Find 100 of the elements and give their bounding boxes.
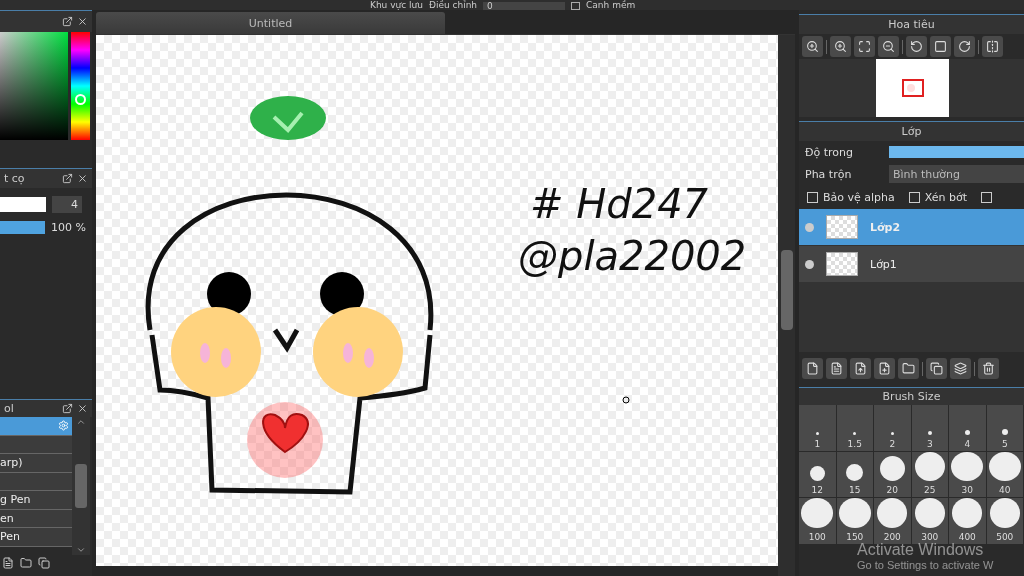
- file-icon[interactable]: [826, 358, 847, 379]
- brush-size-cell[interactable]: 100: [799, 498, 836, 544]
- scroll-down-icon[interactable]: [76, 545, 86, 555]
- panel-title: Hoa tiêu: [888, 18, 935, 31]
- popout-icon[interactable]: [62, 173, 73, 184]
- brush-size-cell[interactable]: 150: [836, 498, 873, 544]
- brush-dot-icon: [877, 498, 908, 528]
- rotate-right-icon[interactable]: [954, 36, 975, 57]
- handwritten-text: @pla22002: [518, 233, 747, 279]
- checkbox[interactable]: [908, 191, 920, 203]
- zoom-out-icon[interactable]: [878, 36, 899, 57]
- panel-title: t cọ: [4, 172, 25, 185]
- popout-icon[interactable]: [62, 403, 73, 414]
- brush-dot-icon: [890, 431, 894, 435]
- brush-size-cell[interactable]: 1.5: [836, 405, 873, 451]
- panel-title: ol: [4, 402, 14, 415]
- brush-size-cell[interactable]: 20: [874, 451, 911, 497]
- brush-size-cell[interactable]: 12: [799, 451, 836, 497]
- checkbox-label: Canh mềm: [586, 1, 636, 10]
- view-frame-icon: [901, 79, 924, 97]
- brush-size-cell[interactable]: 3: [911, 405, 948, 451]
- brush-size-cell[interactable]: 15: [836, 451, 873, 497]
- scroll-up-icon[interactable]: [76, 417, 86, 427]
- panel-title: Lớp: [901, 125, 922, 138]
- brush-size-cell[interactable]: 5: [986, 405, 1023, 451]
- new-file-icon[interactable]: [802, 358, 823, 379]
- file-upload-icon[interactable]: [850, 358, 871, 379]
- document-tab[interactable]: Untitled: [96, 12, 445, 34]
- brush-size-cell[interactable]: 25: [911, 451, 948, 497]
- brush-size-cell[interactable]: 300: [911, 498, 948, 544]
- brush-size-cell[interactable]: 4: [949, 405, 986, 451]
- color-picker[interactable]: [0, 32, 68, 140]
- close-icon[interactable]: [77, 173, 88, 184]
- brush-size-slider[interactable]: [0, 197, 46, 212]
- brush-dot-icon: [1001, 428, 1008, 435]
- copy-icon[interactable]: [926, 358, 947, 379]
- brush-dot-icon: [809, 466, 825, 481]
- brush-size-cell[interactable]: 500: [986, 498, 1023, 544]
- checkbox-label: Bảo vệ alpha: [823, 190, 895, 204]
- brush-dot-icon: [914, 498, 945, 528]
- flip-icon[interactable]: [982, 36, 1003, 57]
- brush-dot-icon: [838, 498, 871, 528]
- folder-icon[interactable]: [898, 358, 919, 379]
- brush-size-cell[interactable]: 2: [874, 405, 911, 451]
- checkbox-label: Xén bớt: [924, 190, 968, 204]
- activation-message: Go to Settings to activate W: [857, 559, 994, 573]
- opacity-slider[interactable]: [0, 221, 46, 234]
- close-icon[interactable]: [77, 403, 88, 414]
- checkbox[interactable]: [981, 191, 993, 203]
- layer-thumbnail: [826, 215, 858, 239]
- brush-dot-icon: [927, 430, 932, 435]
- toolbar-field[interactable]: 0: [483, 2, 566, 10]
- scrollbar[interactable]: [778, 35, 795, 576]
- folder-icon[interactable]: [20, 557, 32, 569]
- blend-label: Pha trộn: [805, 167, 853, 181]
- brush-dot-icon: [815, 431, 819, 435]
- brush-dot-icon: [988, 451, 1021, 481]
- toolbar-label: Điều chỉnh: [428, 1, 478, 10]
- brush-item[interactable]: arp): [0, 454, 72, 473]
- hue-slider-handle[interactable]: [75, 93, 86, 105]
- scrollbar[interactable]: [72, 417, 90, 555]
- brush-dot-icon: [846, 464, 864, 481]
- file-icon[interactable]: [2, 557, 14, 569]
- brush-item[interactable]: g Pen: [0, 491, 72, 510]
- copy-icon[interactable]: [38, 557, 50, 569]
- brush-dot-icon: [801, 498, 834, 528]
- visibility-icon[interactable]: [805, 259, 814, 269]
- square-icon[interactable]: [930, 36, 951, 57]
- layer-thumbnail: [826, 252, 858, 276]
- brush-dot-icon: [964, 429, 970, 435]
- activation-title: Activate Windows: [857, 541, 985, 560]
- toolbar-label: Khu vực lưu: [370, 1, 423, 10]
- blend-dropdown[interactable]: Bình thường: [889, 165, 1024, 183]
- brush-size-cell[interactable]: 40: [986, 451, 1023, 497]
- brush-size-cell[interactable]: 400: [949, 498, 986, 544]
- checkbox[interactable]: [807, 191, 818, 203]
- opacity-label: Độ trong: [805, 145, 855, 159]
- brush-item[interactable]: Pen: [0, 528, 72, 547]
- brush-size-cell[interactable]: 30: [949, 451, 986, 497]
- zoom-in-icon[interactable]: [830, 36, 851, 57]
- brush-dot-icon: [853, 431, 857, 435]
- layer-row[interactable]: Lớp1: [799, 246, 1024, 282]
- size-field[interactable]: 4: [52, 196, 82, 213]
- scroll-thumb[interactable]: [75, 464, 87, 508]
- zoom-icon[interactable]: [802, 36, 823, 57]
- layer-opacity-slider[interactable]: [889, 146, 1024, 158]
- brush-dot-icon: [914, 451, 945, 481]
- brush-dot-icon: [952, 498, 983, 528]
- trash-icon[interactable]: [978, 358, 999, 379]
- close-icon[interactable]: [77, 16, 88, 27]
- brush-dot-icon: [989, 498, 1020, 528]
- brush-dot-icon: [951, 451, 984, 481]
- panel-title: Brush Size: [882, 390, 941, 403]
- brush-size-cell[interactable]: 200: [874, 498, 911, 544]
- brush-size-cell[interactable]: 1: [799, 405, 836, 451]
- brush-dot-icon: [879, 456, 905, 481]
- fit-icon[interactable]: [854, 36, 875, 57]
- popout-icon[interactable]: [62, 16, 73, 27]
- brush-item[interactable]: [0, 417, 72, 436]
- rotate-left-icon[interactable]: [906, 36, 927, 57]
